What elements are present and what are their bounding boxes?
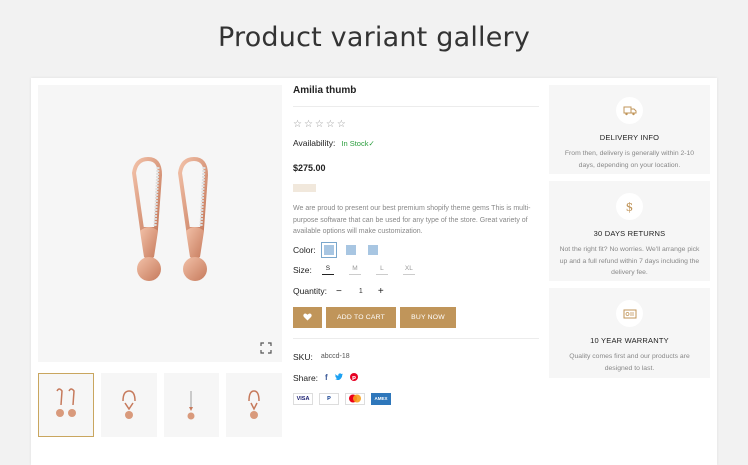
paypal-icon: P — [319, 392, 339, 405]
availability-label: Availability: — [293, 138, 336, 148]
size-option-l[interactable]: L — [375, 265, 388, 275]
product-name: Amilia thumb — [293, 85, 539, 107]
share-label: Share: — [293, 372, 319, 383]
visa-icon: VISA — [293, 392, 313, 405]
size-option-m[interactable]: M — [348, 265, 361, 275]
size-option-xl[interactable]: XL — [402, 265, 415, 275]
size-label: Size: — [293, 264, 312, 275]
dollar-icon: $ — [616, 193, 643, 220]
feature-delivery: DELIVERY INFO From then, delivery is gen… — [549, 85, 710, 174]
color-label: Color: — [293, 244, 316, 255]
feature-returns: $ 30 DAYS RETURNS Not the right fit? No … — [549, 181, 710, 281]
main-product-image[interactable] — [38, 85, 282, 362]
feature-warranty: 10 YEAR WARRANTY Quality comes first and… — [549, 288, 710, 378]
buy-now-button[interactable]: BUY NOW — [400, 306, 456, 328]
mastercard-icon — [345, 392, 365, 405]
thumbnail-image — [187, 391, 195, 420]
product-info: Amilia thumb ☆☆☆☆☆ Availability: In Stoc… — [293, 85, 539, 405]
product-description: We are proud to present our best premium… — [293, 205, 531, 235]
feature-title: 30 DAYS RETURNS — [593, 229, 666, 238]
payment-methods: VISA P AMEX — [293, 392, 539, 405]
quantity-decrement-button[interactable]: − — [336, 286, 342, 297]
add-to-cart-button[interactable]: ADD TO CART — [326, 306, 396, 328]
feature-text: Quality comes first and our products are… — [569, 353, 690, 372]
feature-text: Not the right fit? No worries. We'll arr… — [559, 246, 700, 276]
color-swatch-1[interactable] — [320, 241, 337, 258]
share-row: Share: f p — [293, 372, 539, 383]
divider — [293, 337, 539, 339]
thumbnail-strip — [38, 373, 282, 437]
expand-icon[interactable] — [258, 340, 274, 356]
thumbnail-image — [55, 388, 76, 417]
variant-swatch[interactable] — [293, 184, 316, 192]
color-swatch-3[interactable] — [367, 244, 378, 255]
twitter-icon[interactable] — [334, 373, 343, 382]
thumbnail-image — [121, 390, 136, 419]
color-selector: Color: — [293, 241, 539, 258]
availability-row: Availability: In Stock✓ — [293, 138, 539, 148]
color-swatch-2[interactable] — [345, 244, 356, 255]
thumbnail-2[interactable] — [100, 373, 157, 437]
size-selector: Size: S M L XL — [293, 265, 539, 275]
amex-icon: AMEX — [371, 392, 391, 405]
rating-stars[interactable]: ☆☆☆☆☆ — [293, 119, 539, 130]
quantity-input[interactable]: 1 — [350, 288, 372, 295]
sku-value: abccd-18 — [320, 353, 350, 360]
truck-icon — [616, 97, 643, 124]
quantity-label: Quantity: — [293, 286, 328, 296]
pinterest-icon[interactable]: p — [349, 372, 358, 383]
earrings-image — [131, 156, 209, 281]
svg-text:p: p — [352, 375, 356, 381]
product-price: $275.00 — [293, 163, 326, 173]
feature-text: From then, delivery is generally within … — [564, 150, 695, 169]
heart-icon — [303, 313, 312, 321]
page-title: Product variant gallery — [217, 22, 531, 53]
thumbnail-3[interactable] — [163, 373, 220, 437]
sku-row: SKU: abccd-18 — [293, 352, 539, 362]
quantity-stepper: Quantity: − 1 + — [293, 286, 539, 297]
thumbnail-1[interactable] — [38, 373, 94, 437]
size-option-s[interactable]: S — [321, 265, 334, 275]
availability-value: In Stock✓ — [341, 138, 375, 148]
certificate-icon — [616, 300, 643, 327]
thumbnail-4[interactable] — [226, 373, 282, 437]
feature-title: 10 YEAR WARRANTY — [590, 336, 669, 345]
sku-label: SKU: — [293, 351, 313, 362]
action-buttons: ADD TO CART BUY NOW — [293, 306, 539, 328]
wishlist-button[interactable] — [293, 306, 322, 328]
quantity-increment-button[interactable]: + — [378, 286, 384, 297]
product-card: Amilia thumb ☆☆☆☆☆ Availability: In Stoc… — [31, 78, 717, 465]
thumbnail-image — [248, 390, 260, 419]
feature-title: DELIVERY INFO — [599, 133, 660, 142]
facebook-icon[interactable]: f — [325, 373, 328, 382]
